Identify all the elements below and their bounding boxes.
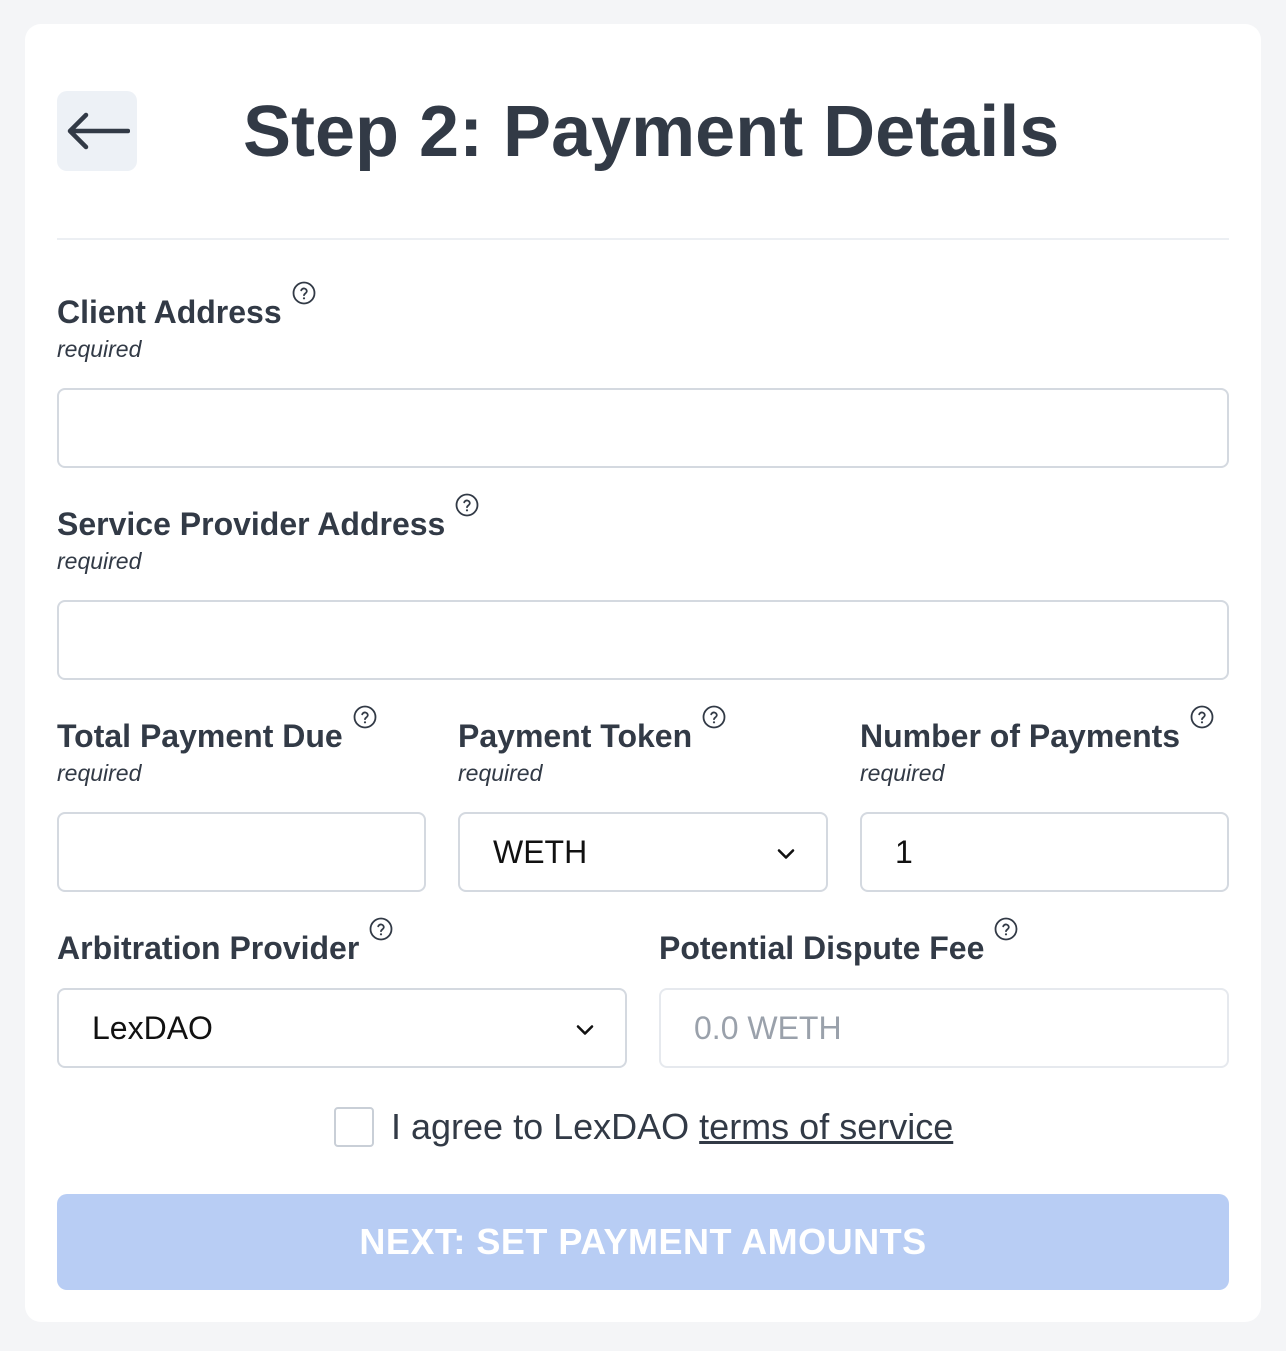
help-icon[interactable]	[455, 493, 479, 517]
terms-text-prefix: I agree to LexDAO	[391, 1106, 700, 1147]
provider-address-input[interactable]	[57, 600, 1229, 680]
required-hint: required	[57, 548, 142, 574]
terms-text: I agree to LexDAO terms of service	[391, 1106, 953, 1148]
payment-token-label: Payment Token	[458, 718, 693, 754]
help-icon[interactable]	[702, 705, 726, 729]
terms-of-service-link[interactable]: terms of service	[699, 1106, 953, 1147]
help-icon[interactable]	[1190, 705, 1214, 729]
payment-token-field: Payment Token required	[458, 718, 726, 786]
page-title: Step 2: Payment Details	[243, 92, 1060, 172]
terms-agreement: I agree to LexDAO terms of service	[334, 1106, 953, 1148]
total-payment-field: Total Payment Due required	[57, 718, 377, 786]
divider	[57, 238, 1229, 240]
total-payment-input[interactable]	[57, 812, 426, 892]
payment-token-value: WETH	[493, 833, 588, 870]
chevron-down-icon	[573, 1018, 597, 1042]
client-address-field: Client Address required	[57, 294, 316, 362]
required-hint: required	[458, 760, 543, 786]
help-icon[interactable]	[994, 917, 1018, 941]
payment-details-card: Step 2: Payment Details Client Address r…	[25, 24, 1261, 1322]
help-icon[interactable]	[353, 705, 377, 729]
terms-checkbox[interactable]	[334, 1107, 374, 1147]
provider-address-label: Service Provider Address	[57, 506, 446, 542]
num-payments-label: Number of Payments	[860, 718, 1181, 754]
arbitration-field: Arbitration Provider	[57, 930, 393, 966]
payment-token-select[interactable]: WETH	[458, 812, 828, 892]
dispute-fee-label: Potential Dispute Fee	[659, 930, 985, 966]
num-payments-input[interactable]: 1	[860, 812, 1229, 892]
total-payment-label: Total Payment Due	[57, 718, 343, 754]
dispute-fee-input: 0.0 WETH	[659, 988, 1229, 1068]
next-button[interactable]: NEXT: SET PAYMENT AMOUNTS	[57, 1194, 1229, 1290]
client-address-label: Client Address	[57, 294, 282, 330]
help-icon[interactable]	[292, 281, 316, 305]
required-hint: required	[57, 760, 142, 786]
chevron-down-icon	[774, 842, 798, 866]
arbitration-label: Arbitration Provider	[57, 930, 360, 966]
arrow-left-icon	[67, 112, 130, 150]
dispute-fee-field: Potential Dispute Fee	[659, 930, 1018, 966]
client-address-input[interactable]	[57, 388, 1229, 468]
back-button[interactable]	[57, 91, 137, 171]
required-hint: required	[860, 760, 945, 786]
help-icon[interactable]	[369, 917, 393, 941]
required-hint: required	[57, 336, 142, 362]
arbitration-select[interactable]: LexDAO	[57, 988, 627, 1068]
arbitration-value: LexDAO	[92, 1009, 213, 1046]
provider-address-field: Service Provider Address required	[57, 506, 479, 574]
num-payments-field: Number of Payments required	[860, 718, 1214, 786]
